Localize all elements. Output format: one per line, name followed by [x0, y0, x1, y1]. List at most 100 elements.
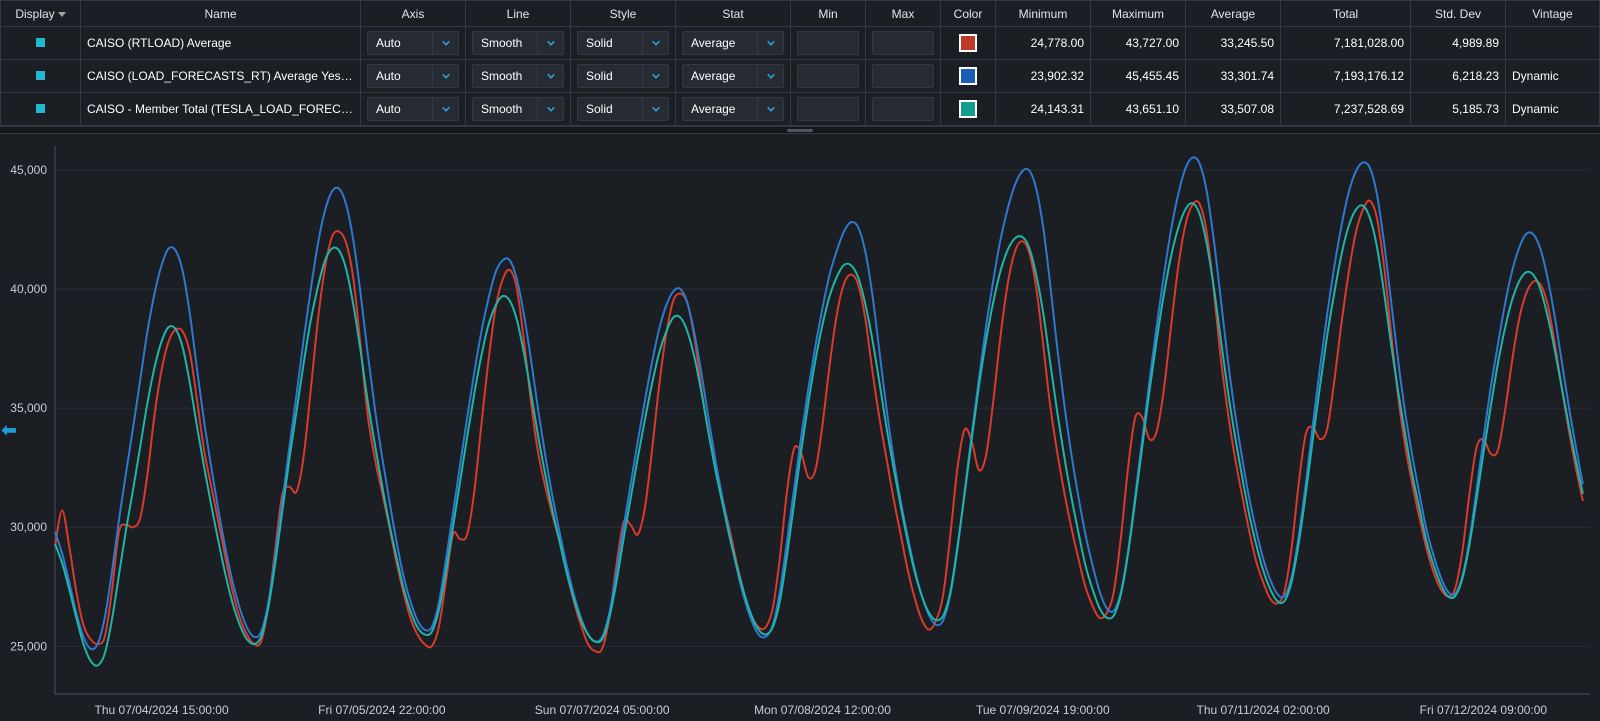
stat-vintage: Dynamic [1506, 93, 1600, 126]
select[interactable]: Solid [577, 31, 669, 55]
stat-stddev: 5,185.73 [1411, 93, 1506, 126]
select[interactable]: Solid [577, 97, 669, 121]
stat-maximum: 45,455.45 [1091, 60, 1186, 93]
grip-icon [787, 129, 813, 132]
table-row: CAISO - Member Total (TESLA_LOAD_FORECAS… [1, 93, 1600, 126]
select[interactable]: Smooth [472, 31, 564, 55]
chevron-down-icon [537, 32, 563, 54]
table-header: Display Name Axis Line Style Stat Min Ma… [1, 1, 1600, 27]
chevron-down-icon [537, 65, 563, 87]
select-value: Solid [586, 69, 613, 83]
series-name[interactable]: CAISO (LOAD_FORECASTS_RT) Average Yester… [81, 60, 361, 93]
series-config-table: Display Name Axis Line Style Stat Min Ma… [0, 0, 1600, 126]
series-line[interactable] [55, 201, 1583, 653]
col-axis[interactable]: Axis [361, 1, 466, 27]
select-value: Solid [586, 102, 613, 116]
visibility-toggle[interactable] [36, 104, 45, 113]
col-line[interactable]: Line [466, 1, 571, 27]
select[interactable]: Smooth [472, 64, 564, 88]
min-input[interactable] [797, 97, 859, 121]
stat-stddev: 4,989.89 [1411, 27, 1506, 60]
svg-text:45,000: 45,000 [10, 163, 47, 177]
max-input[interactable] [872, 31, 934, 55]
select[interactable]: Smooth [472, 97, 564, 121]
svg-text:35,000: 35,000 [10, 401, 47, 415]
svg-text:40,000: 40,000 [10, 282, 47, 296]
visibility-toggle[interactable] [36, 71, 45, 80]
stat-minimum: 24,778.00 [996, 27, 1091, 60]
col-average[interactable]: Average [1186, 1, 1281, 27]
select-value: Average [691, 36, 735, 50]
select[interactable]: Auto [367, 31, 459, 55]
select-value: Solid [586, 36, 613, 50]
stat-maximum: 43,727.00 [1091, 27, 1186, 60]
series-name[interactable]: CAISO (RTLOAD) Average [81, 27, 361, 60]
svg-text:Sun 07/07/2024 05:00:00: Sun 07/07/2024 05:00:00 [535, 703, 670, 717]
stat-total: 7,193,176.12 [1281, 60, 1411, 93]
col-vintage[interactable]: Vintage [1506, 1, 1600, 27]
chevron-down-icon [642, 98, 668, 120]
select-value: Auto [376, 102, 401, 116]
max-input[interactable] [872, 64, 934, 88]
stat-average: 33,245.50 [1186, 27, 1281, 60]
col-stddev[interactable]: Std. Dev [1411, 1, 1506, 27]
select[interactable]: Average [682, 31, 784, 55]
svg-text:Fri 07/12/2024 09:00:00: Fri 07/12/2024 09:00:00 [1420, 703, 1548, 717]
stat-average: 33,301.74 [1186, 60, 1281, 93]
svg-text:Thu 07/04/2024 15:00:00: Thu 07/04/2024 15:00:00 [95, 703, 229, 717]
stat-average: 33,507.08 [1186, 93, 1281, 126]
select[interactable]: Solid [577, 64, 669, 88]
series-line[interactable] [55, 203, 1583, 666]
col-style[interactable]: Style [571, 1, 676, 27]
timeseries-chart[interactable]: 25,000 30,000 35,000 40,000 45,000 Thu 07/04/… [0, 134, 1600, 721]
select[interactable]: Auto [367, 97, 459, 121]
series-name[interactable]: CAISO - Member Total (TESLA_LOAD_FORECAS… [81, 93, 361, 126]
col-name[interactable]: Name [81, 1, 361, 27]
select-value: Smooth [481, 69, 522, 83]
chevron-down-icon [537, 98, 563, 120]
col-stat[interactable]: Stat [676, 1, 791, 27]
select[interactable]: Auto [367, 64, 459, 88]
chevron-down-icon [642, 32, 668, 54]
color-swatch[interactable] [959, 67, 977, 85]
chevron-down-icon [642, 65, 668, 87]
select-value: Average [691, 102, 735, 116]
svg-text:Fri 07/05/2024 22:00:00: Fri 07/05/2024 22:00:00 [318, 703, 446, 717]
col-max[interactable]: Max [866, 1, 941, 27]
svg-text:30,000: 30,000 [10, 520, 47, 534]
select[interactable]: Average [682, 64, 784, 88]
svg-text:Mon 07/08/2024 12:00:00: Mon 07/08/2024 12:00:00 [754, 703, 891, 717]
select-value: Smooth [481, 102, 522, 116]
select-value: Smooth [481, 36, 522, 50]
stat-minimum: 23,902.32 [996, 60, 1091, 93]
stat-total: 7,181,028.00 [1281, 27, 1411, 60]
col-min[interactable]: Min [791, 1, 866, 27]
min-input[interactable] [797, 31, 859, 55]
chart-area[interactable]: ⬅ 25,00030,00035,00040,00045,000Thu 07/0… [0, 134, 1600, 721]
stat-vintage [1506, 27, 1600, 60]
select[interactable]: Average [682, 97, 784, 121]
color-swatch[interactable] [959, 34, 977, 52]
svg-text:Thu 07/11/2024 02:00:00: Thu 07/11/2024 02:00:00 [1196, 703, 1330, 717]
chevron-down-icon [432, 65, 458, 87]
stat-minimum: 24,143.31 [996, 93, 1091, 126]
svg-text:25,000: 25,000 [10, 639, 47, 653]
chevron-down-icon [757, 65, 783, 87]
table-row: CAISO (LOAD_FORECASTS_RT) Average Yester… [1, 60, 1600, 93]
select-value: Auto [376, 69, 401, 83]
col-maximum[interactable]: Maximum [1091, 1, 1186, 27]
select-value: Average [691, 69, 735, 83]
col-total[interactable]: Total [1281, 1, 1411, 27]
series-line[interactable] [55, 157, 1583, 649]
col-color[interactable]: Color [941, 1, 996, 27]
visibility-toggle[interactable] [36, 38, 45, 47]
max-input[interactable] [872, 97, 934, 121]
sort-caret-icon [58, 12, 66, 17]
select-value: Auto [376, 36, 401, 50]
splitter-handle[interactable] [0, 126, 1600, 134]
color-swatch[interactable] [959, 100, 977, 118]
col-minimum[interactable]: Minimum [996, 1, 1091, 27]
table-row: CAISO (RTLOAD) Average Auto Smooth Solid… [1, 27, 1600, 60]
col-display[interactable]: Display [1, 1, 81, 27]
min-input[interactable] [797, 64, 859, 88]
